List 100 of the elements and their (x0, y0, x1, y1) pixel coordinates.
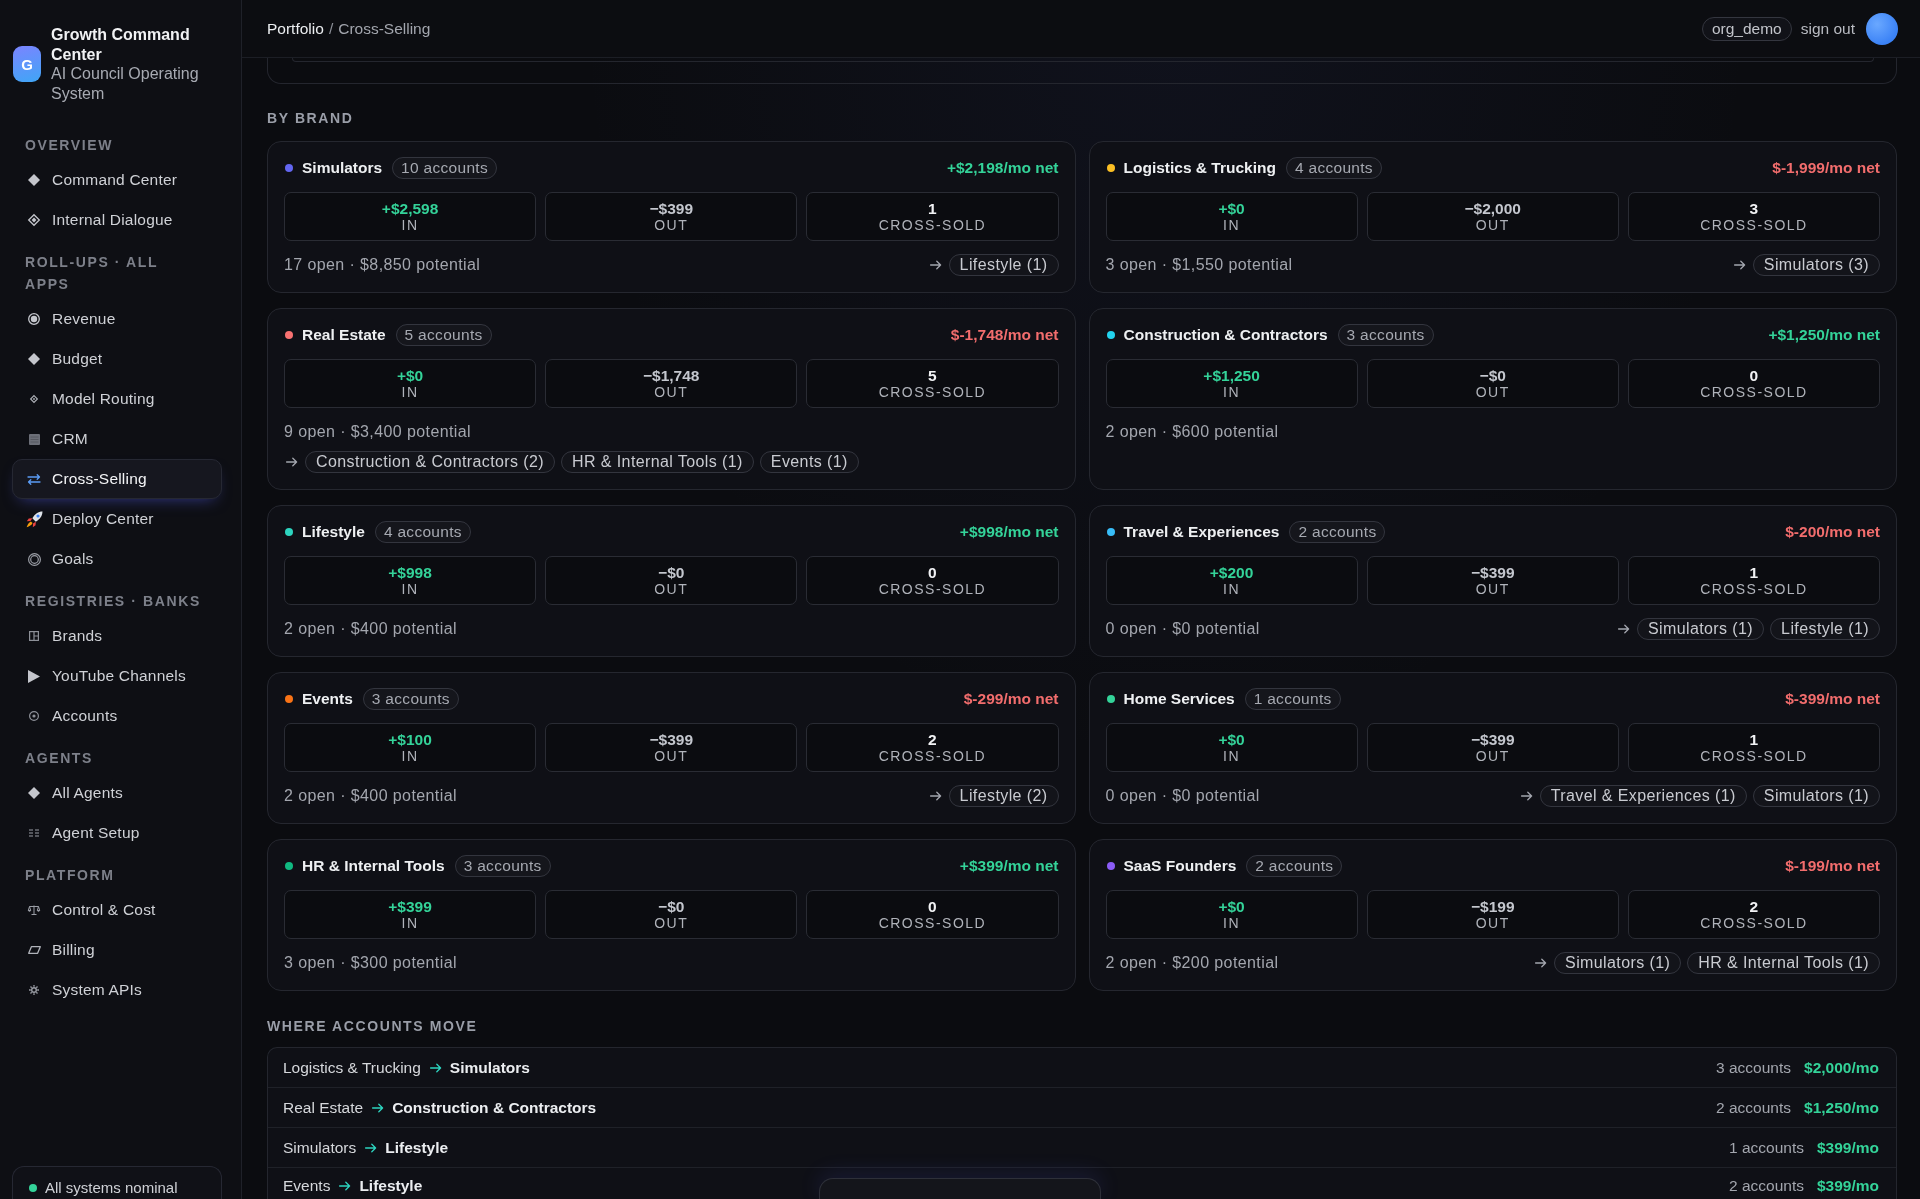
nav-item[interactable]: Brands (12, 616, 222, 656)
avatar[interactable] (1866, 12, 1898, 45)
net-amount: +$2,198/mo net (946, 159, 1059, 177)
nav-item[interactable]: Deploy Center (12, 499, 222, 539)
arrow-icon (365, 1142, 377, 1153)
net-amount: +$399/mo net (959, 857, 1059, 875)
sign-out-link[interactable]: sign out (1800, 19, 1855, 38)
arrow-icon (429, 1062, 441, 1073)
account-count: 1 accounts (1729, 1138, 1804, 1157)
list-icon (28, 433, 40, 445)
account-count-badge: 4 accounts (374, 521, 471, 543)
app-title: Growth Command Center (51, 25, 191, 64)
nav-item[interactable]: Goals (12, 539, 222, 579)
stat-value: −$0 (658, 564, 685, 581)
nav-item[interactable]: Revenue (12, 299, 222, 339)
account-count-badge: 3 accounts (454, 855, 551, 877)
arrow-icon (1733, 260, 1745, 270)
stat-label: CROSS-SOLD (878, 383, 987, 400)
monthly-amount: $1,250/mo (1804, 1098, 1879, 1117)
pipeline-summary: 3 open · $1,550 potential (1105, 255, 1293, 275)
target-brand: Construction & Contractors (392, 1098, 597, 1117)
net-amount: $-1,999/mo net (1772, 159, 1880, 177)
parallelogram-icon (27, 946, 41, 954)
breadcrumb-separator: / (328, 19, 334, 37)
stat-value: −$199 (1470, 898, 1515, 915)
stat-value: 2 (928, 731, 937, 748)
nav-item[interactable]: Cross-Selling (12, 459, 222, 499)
nav-item[interactable]: YouTube Channels (12, 656, 222, 696)
small-diamond-icon (30, 395, 38, 403)
nav-item[interactable]: Control & Cost (12, 890, 222, 930)
nav-item[interactable]: Accounts (12, 696, 222, 736)
brand-name: SaaS Founders (1123, 857, 1237, 875)
swap-arrows-icon (27, 473, 41, 485)
stat-label: CROSS-SOLD (1700, 580, 1808, 597)
stat-value: 0 (928, 564, 937, 581)
pipeline-summary: 2 open · $200 potential (1105, 953, 1279, 973)
nav-item[interactable]: Agent Setup (12, 813, 222, 853)
stat-label: CROSS-SOLD (1700, 747, 1808, 764)
nav-section-heading: AGENTS (25, 749, 94, 768)
account-count: 2 accounts (1716, 1098, 1792, 1117)
breadcrumb-current: Cross-Selling (338, 19, 431, 37)
stat-value: +$200 (1209, 564, 1254, 581)
nav-item[interactable]: Command Center (12, 160, 222, 200)
nav-item[interactable]: CRM (12, 419, 222, 459)
nav-item[interactable]: System APIs (12, 970, 222, 1010)
grid-icon (29, 829, 39, 837)
brand-name: Logistics & Trucking (1123, 159, 1276, 177)
stat-value: 3 (1749, 200, 1759, 217)
stat-value: −$399 (1470, 731, 1515, 748)
rocket-icon (25, 510, 43, 528)
account-count-badge: 3 accounts (362, 688, 459, 710)
stat-label: OUT (654, 747, 689, 764)
breadcrumb-link[interactable]: Portfolio (267, 19, 324, 37)
pipeline-summary: 0 open · $0 potential (1105, 786, 1260, 806)
stat-value: 0 (1749, 367, 1759, 384)
stat-value: −$2,000 (1464, 200, 1521, 217)
brand-tag: Simulators (1) (1636, 618, 1765, 640)
scales-icon (28, 905, 40, 915)
nav-item[interactable]: Billing (12, 930, 222, 970)
brand-tag: HR & Internal Tools (1) (1687, 952, 1880, 974)
nav-item[interactable]: Budget (12, 339, 222, 379)
target-brand: Lifestyle (359, 1177, 423, 1195)
stat-label: IN (1223, 914, 1241, 931)
nav-section-heading: PLATFORM (25, 866, 116, 885)
brand-tag: Construction & Contractors (2) (305, 451, 556, 473)
stat-value: +$100 (388, 731, 432, 748)
section-heading: BY BRAND (267, 109, 355, 128)
account-count: 2 accounts (1729, 1177, 1804, 1195)
diamond-icon (28, 174, 40, 186)
status-dot-icon (29, 1184, 37, 1192)
target-brand: Lifestyle (385, 1138, 449, 1157)
pipeline-summary: 2 open · $600 potential (1105, 422, 1279, 442)
nav-item[interactable]: Internal Dialogue (12, 200, 222, 240)
net-amount: $-299/mo net (963, 690, 1059, 708)
stat-value: −$399 (649, 731, 693, 748)
brand-tag: Simulators (1) (1554, 952, 1682, 974)
source-brand: Events (283, 1177, 331, 1195)
nested-diamond-icon (28, 214, 40, 226)
brand-name: Home Services (1123, 690, 1235, 708)
account-count-badge: 3 accounts (1337, 324, 1434, 346)
stat-label: OUT (1475, 747, 1510, 764)
account-count-badge: 4 accounts (1285, 157, 1382, 179)
nav-item[interactable]: Model Routing (12, 379, 222, 419)
stat-label: IN (401, 580, 419, 597)
net-amount: $-399/mo net (1785, 690, 1880, 708)
source-brand: Logistics & Trucking (283, 1058, 421, 1077)
stat-label: IN (401, 747, 419, 764)
brand-name: Construction & Contractors (1123, 326, 1328, 344)
nav-item[interactable]: All Agents (12, 773, 222, 813)
monthly-amount: $399/mo (1816, 1177, 1879, 1195)
net-amount: +$1,250/mo net (1768, 326, 1880, 344)
stat-label: IN (401, 216, 419, 233)
diamond-icon (28, 353, 40, 365)
brand-tag: Lifestyle (2) (948, 785, 1059, 807)
stat-label: IN (401, 914, 419, 931)
monthly-amount: $2,000/mo (1804, 1058, 1879, 1077)
app-subtitle: AI Council Operating System (51, 64, 200, 103)
brand-name: Events (302, 690, 353, 708)
brand-name: Simulators (302, 159, 383, 177)
stat-value: 0 (928, 898, 937, 915)
